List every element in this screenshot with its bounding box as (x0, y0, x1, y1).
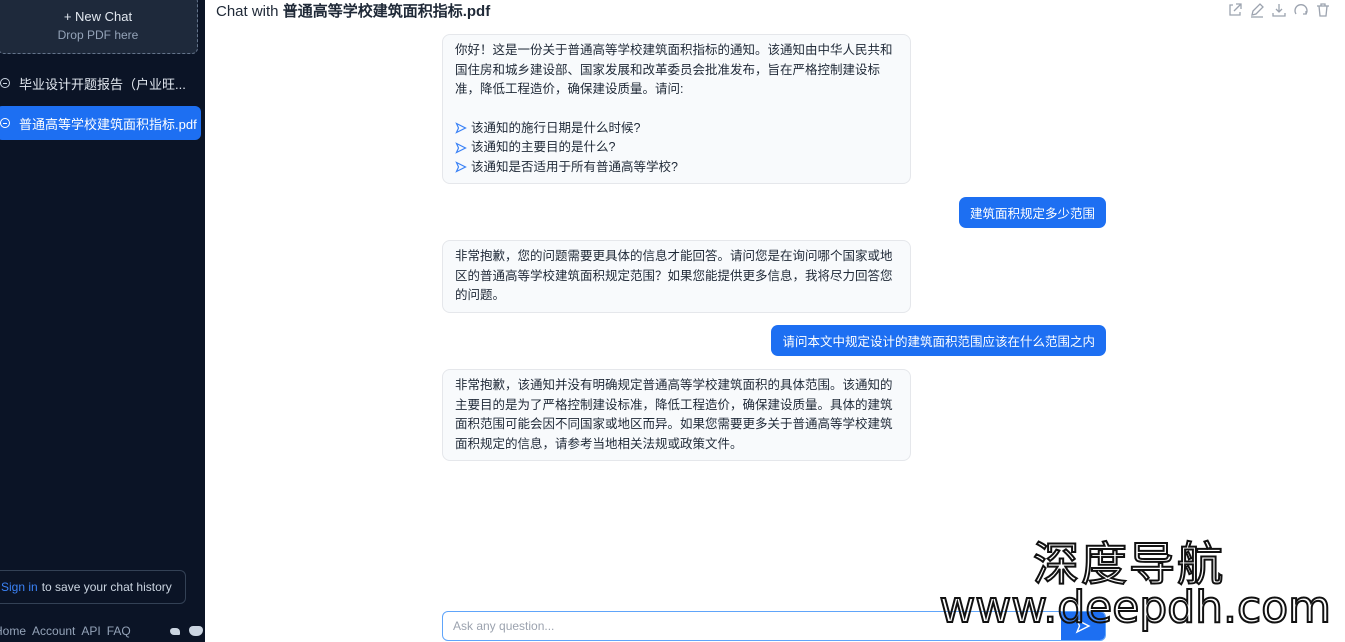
download-icon[interactable] (1271, 2, 1287, 18)
signin-text: to save your chat history (41, 580, 172, 594)
user-message: 请问本文中规定设计的建筑面积范围应该在什么范围之内 (771, 325, 1106, 356)
send-arrow-icon (455, 141, 467, 154)
discord-icon[interactable] (188, 626, 203, 636)
signin-banner: Sign in to save your chat history (0, 570, 186, 604)
title-prefix: Chat with (216, 3, 283, 20)
send-arrow-icon (455, 161, 467, 174)
chat-item-thesis-proposal[interactable]: 毕业设计开题报告（户业旺... (0, 66, 201, 100)
bot-message: 非常抱歉，该通知并没有明确规定普通高等学校建筑面积的具体范围。该通知的主要目的是… (442, 369, 911, 461)
suggested-questions: 该通知的施行日期是什么时候? 该通知的主要目的是什么? 该通知是否适用于所有普通… (455, 119, 898, 178)
trash-icon[interactable] (1315, 2, 1331, 18)
chat-item-label: 毕业设计开题报告（户业旺... (19, 76, 186, 92)
suggested-question[interactable]: 该通知的主要目的是什么? (455, 138, 898, 158)
suggested-question-text: 该通知是否适用于所有普通高等学校? (471, 159, 678, 174)
drop-pdf-hint: Drop PDF here (57, 27, 139, 42)
chat-bubble-icon (0, 118, 10, 128)
suggested-question[interactable]: 该通知是否适用于所有普通高等学校? (455, 158, 898, 178)
bot-message: 非常抱歉，您的问题需要更具体的信息才能回答。请问您是在询问哪个国家或地区的普通高… (442, 240, 911, 313)
sidebar-footer: Home Account API FAQ (0, 624, 203, 638)
chat-bubble-icon (0, 78, 10, 88)
user-message: 建筑面积规定多少范围 (958, 197, 1106, 228)
send-arrow-icon (455, 122, 467, 135)
watermark-url: www.deepdh.com (938, 581, 1332, 634)
footer-link-faq[interactable]: FAQ (107, 624, 131, 638)
suggested-question[interactable]: 该通知的施行日期是什么时候? (455, 119, 898, 139)
sidebar: + New Chat Drop PDF here 毕业设计开题报告（户业旺...… (0, 0, 205, 642)
suggested-question-text: 该通知的施行日期是什么时候? (471, 120, 641, 135)
bot-message-text: 你好！这是一份关于普通高等学校建筑面积指标的通知。该通知由中华人民共和国住房和城… (455, 43, 893, 96)
header-toolbar (1227, 2, 1331, 18)
page-title: Chat with 普通高等学校建筑面积指标.pdf (216, 0, 490, 21)
share-icon[interactable] (1227, 2, 1243, 18)
footer-link-home[interactable]: Home (0, 624, 26, 638)
footer-link-api[interactable]: API (81, 624, 100, 638)
new-chat-dropzone[interactable]: + New Chat Drop PDF here (0, 0, 198, 54)
signin-link[interactable]: Sign in (1, 580, 38, 594)
chat-item-label: 普通高等学校建筑面积指标.pdf (19, 116, 197, 132)
twitter-icon[interactable] (169, 626, 181, 636)
bot-message-welcome: 你好！这是一份关于普通高等学校建筑面积指标的通知。该通知由中华人民共和国住房和城… (442, 34, 911, 184)
refresh-icon[interactable] (1293, 2, 1309, 18)
edit-icon[interactable] (1249, 2, 1265, 18)
new-chat-label: + New Chat (63, 8, 133, 24)
suggested-question-text: 该通知的主要目的是什么? (471, 140, 616, 154)
chat-item-building-area[interactable]: 普通高等学校建筑面积指标.pdf (0, 106, 201, 140)
title-filename: 普通高等学校建筑面积指标.pdf (282, 3, 491, 20)
app-window: + New Chat Drop PDF here 毕业设计开题报告（户业旺...… (0, 0, 1345, 642)
footer-link-account[interactable]: Account (32, 624, 75, 638)
